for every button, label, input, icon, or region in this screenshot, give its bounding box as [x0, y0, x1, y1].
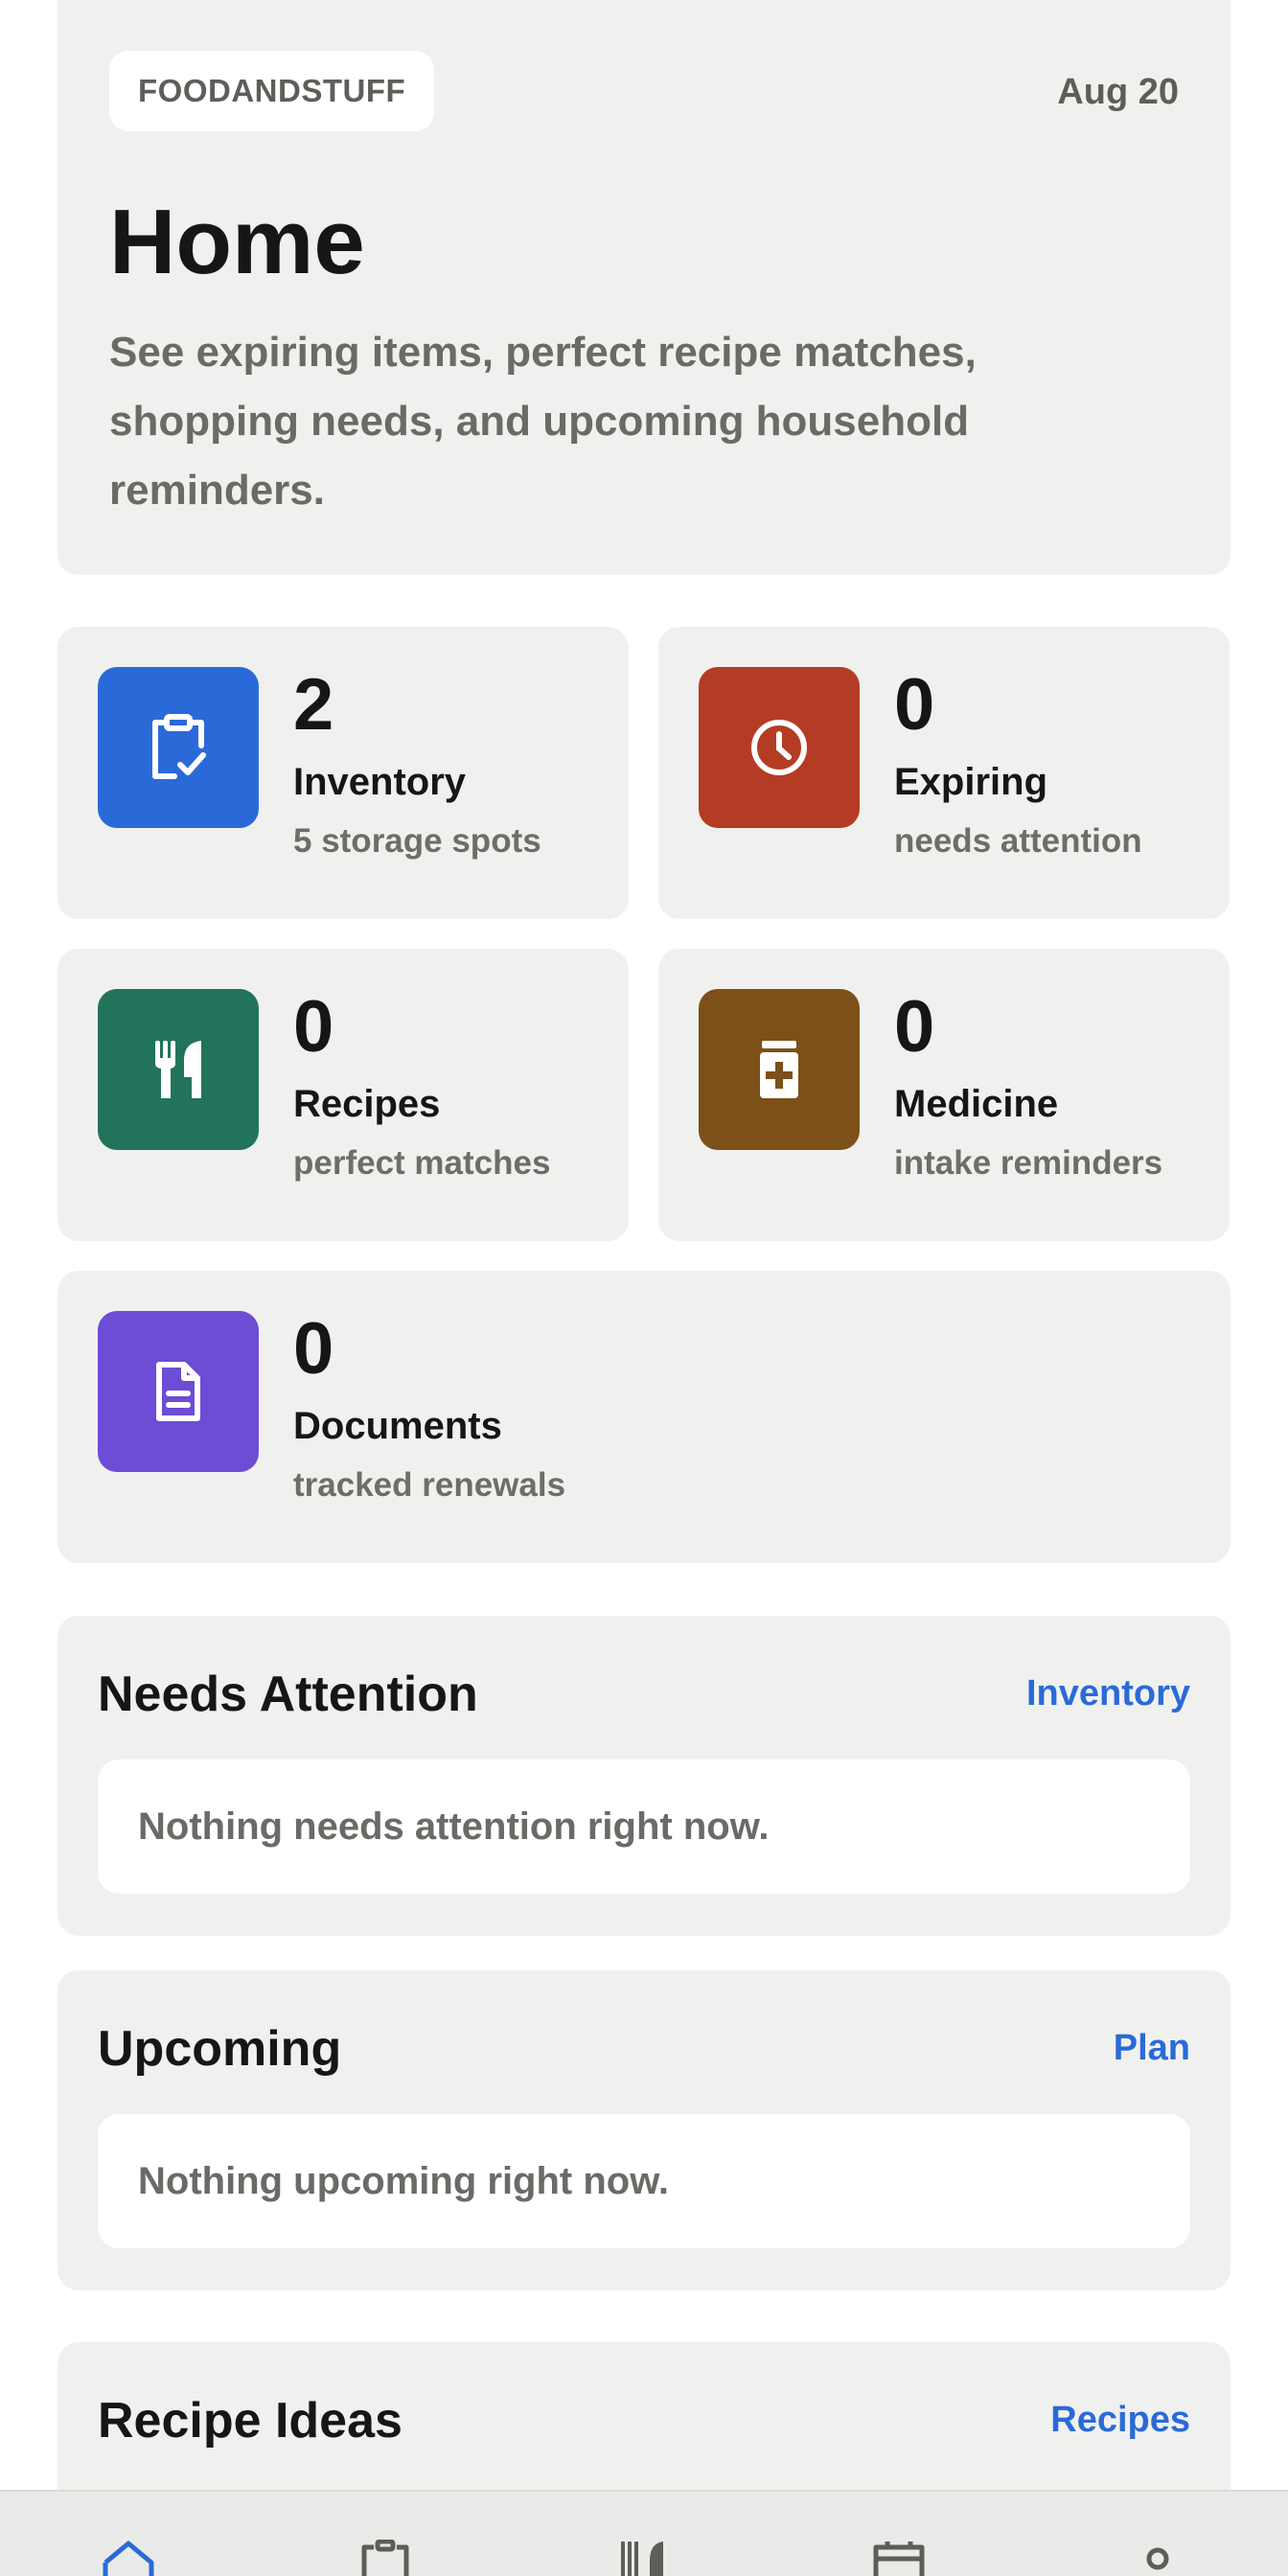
stat-sub: perfect matches — [293, 1144, 551, 1182]
stat-label: Documents — [293, 1405, 502, 1447]
clipboard-icon[interactable] — [356, 2540, 414, 2576]
stat-label: Inventory — [293, 761, 467, 803]
stat-label: Recipes — [293, 1083, 441, 1125]
inventory-link[interactable]: Inventory — [1026, 1673, 1190, 1714]
stat-card-medicine[interactable]: 0 Medicine intake reminders — [658, 949, 1230, 1241]
stat-count: 0 — [293, 1308, 334, 1390]
stat-card-documents[interactable]: 0 Documents tracked renewals — [58, 1271, 1230, 1563]
stat-count: 2 — [293, 664, 334, 746]
plan-link[interactable]: Plan — [1114, 2028, 1190, 2069]
calendar-icon[interactable] — [870, 2540, 928, 2576]
page-title: Home — [109, 191, 365, 293]
home-icon[interactable] — [100, 2540, 157, 2576]
stat-sub: intake reminders — [894, 1144, 1163, 1182]
upcoming-section: Upcoming Plan Nothing upcoming right now… — [58, 1970, 1230, 2290]
fork-knife-icon[interactable] — [613, 2540, 671, 2576]
stat-count: 0 — [894, 986, 935, 1068]
clipboard-check-icon — [98, 667, 259, 828]
stat-sub: needs attention — [894, 822, 1142, 860]
section-title: Needs Attention — [98, 1667, 478, 1722]
needs-attention-section: Needs Attention Inventory Nothing needs … — [58, 1616, 1230, 1936]
stat-count: 0 — [894, 664, 935, 746]
section-title: Recipe Ideas — [98, 2393, 402, 2449]
stat-card-recipes[interactable]: 0 Recipes perfect matches — [58, 949, 629, 1241]
stat-count: 0 — [293, 986, 334, 1068]
fork-knife-icon — [98, 989, 259, 1150]
stat-card-inventory[interactable]: 2 Inventory 5 storage spots — [58, 627, 629, 919]
stat-sub: tracked renewals — [293, 1466, 566, 1504]
stat-sub: 5 storage spots — [293, 822, 541, 860]
stat-label: Medicine — [894, 1083, 1059, 1125]
page-description: See expiring items, perfect recipe match… — [109, 329, 977, 514]
section-title: Upcoming — [98, 2021, 342, 2077]
empty-state: Nothing needs attention right now. — [98, 1760, 1190, 1894]
medicine-jar-icon — [699, 989, 860, 1150]
recipes-link[interactable]: Recipes — [1050, 2400, 1190, 2441]
date-label: Aug 20 — [1057, 72, 1179, 112]
brand-badge: FOODANDSTUFF — [109, 51, 435, 131]
header-card: FOODANDSTUFF Aug 20 Home See expiring it… — [58, 0, 1230, 575]
empty-state: Nothing upcoming right now. — [98, 2114, 1190, 2248]
stat-card-expiring[interactable]: 0 Expiring needs attention — [658, 627, 1230, 919]
clock-icon — [699, 667, 860, 828]
document-icon — [98, 1311, 259, 1472]
profile-icon[interactable] — [1129, 2540, 1186, 2576]
stat-label: Expiring — [894, 761, 1048, 803]
bottom-nav — [0, 2490, 1288, 2576]
